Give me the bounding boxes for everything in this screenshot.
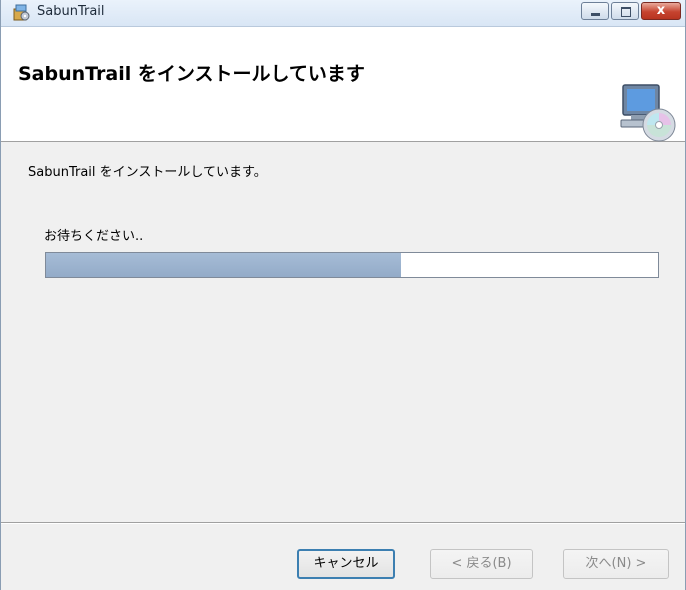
installer-app-icon bbox=[13, 4, 30, 21]
header-banner: SabunTrail をインストールしています bbox=[1, 27, 685, 142]
window-title: SabunTrail bbox=[37, 4, 105, 19]
install-progress-bar bbox=[45, 252, 659, 278]
cancel-button[interactable]: キャンセル bbox=[297, 549, 395, 579]
close-button[interactable]: x bbox=[641, 2, 681, 20]
installer-window: SabunTrail x SabunTrail をインストールしています Sab… bbox=[0, 0, 686, 590]
back-button[interactable]: < 戻る(B) bbox=[430, 549, 533, 579]
wait-label: お待ちください.. bbox=[44, 229, 144, 244]
page-title: SabunTrail をインストールしています bbox=[18, 63, 365, 85]
computer-cd-icon bbox=[620, 84, 676, 142]
caption-buttons: x bbox=[581, 2, 681, 22]
title-bar[interactable]: SabunTrail x bbox=[1, 0, 685, 27]
install-status-text: SabunTrail をインストールしています。 bbox=[28, 165, 267, 180]
footer-divider bbox=[1, 522, 685, 524]
maximize-button[interactable] bbox=[611, 2, 639, 20]
next-button[interactable]: 次へ(N) > bbox=[563, 549, 669, 579]
progress-fill bbox=[46, 253, 401, 277]
minimize-button[interactable] bbox=[581, 2, 609, 20]
close-icon: x bbox=[656, 3, 666, 18]
